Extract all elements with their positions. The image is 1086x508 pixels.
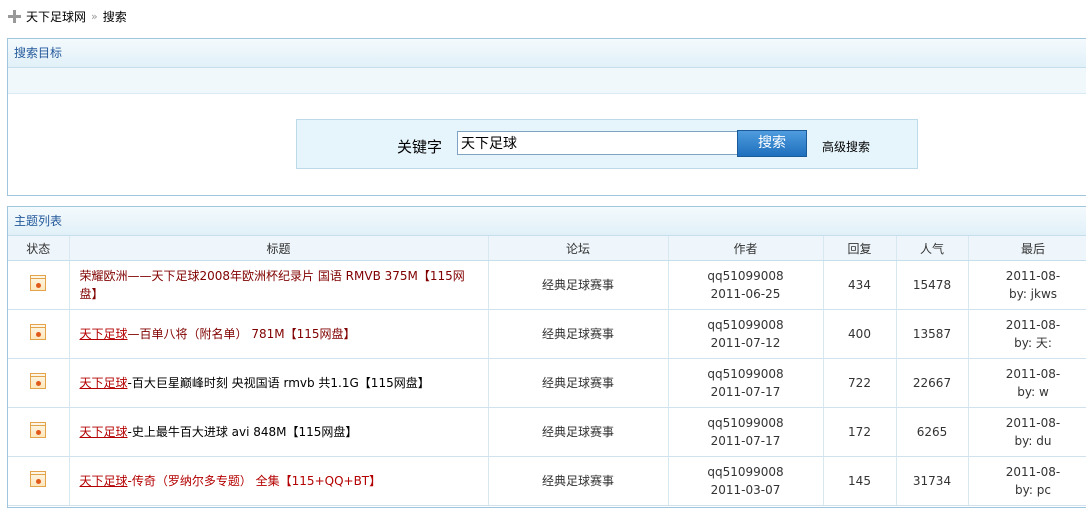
breadcrumb-separator: » [91, 10, 98, 23]
topic-author[interactable]: qq51099008 [670, 414, 822, 432]
topic-forum[interactable]: 经典足球赛事 [488, 408, 668, 457]
topic-list-panel: 主题列表 状态 标题 论坛 作者 回复 人气 最后 荣耀欧洲——天下足球2008… [7, 206, 1086, 508]
table-header-row: 状态 标题 论坛 作者 回复 人气 最后 [8, 236, 1086, 261]
table-row: 天下足球-传奇（罗纳尔多专题） 全集【115+QQ+BT】 经典足球赛事 qq5… [8, 457, 1086, 506]
topic-list-title: 主题列表 [8, 207, 1086, 236]
topic-title-keyword-link[interactable]: 天下足球 [80, 327, 128, 341]
topic-views: 31734 [896, 457, 968, 506]
topic-title-link[interactable]: -百大巨星巅峰时刻 央视国语 rmvb 共1.1G【115网盘】 [128, 376, 430, 390]
topic-replies: 434 [823, 261, 896, 310]
breadcrumb: 天下足球网 » 搜索 [8, 8, 127, 24]
last-post-by[interactable]: by: 天: [970, 334, 1086, 352]
topic-author[interactable]: qq51099008 [670, 463, 822, 481]
last-post-by[interactable]: by: jkws [970, 285, 1086, 303]
table-row: 荣耀欧洲——天下足球2008年欧洲杯纪录片 国语 RMVB 375M【115网盘… [8, 261, 1086, 310]
topic-title-link[interactable]: -史上最牛百大进球 avi 848M【115网盘】 [128, 425, 358, 439]
topic-title-link[interactable]: —百单八将（附名单） 781M【115网盘】 [128, 327, 356, 341]
advanced-search-link[interactable]: 高级搜索 [822, 138, 870, 155]
col-views: 人气 [896, 236, 968, 261]
col-title: 标题 [69, 236, 488, 261]
search-box: 关键字 搜索 高级搜索 [296, 119, 918, 169]
topic-author[interactable]: qq51099008 [670, 316, 822, 334]
topic-forum[interactable]: 经典足球赛事 [488, 457, 668, 506]
topic-title-link[interactable]: -传奇（罗纳尔多专题） 全集【115+QQ+BT】 [128, 474, 382, 488]
topic-author[interactable]: qq51099008 [670, 365, 822, 383]
table-row: 天下足球-史上最牛百大进球 avi 848M【115网盘】 经典足球赛事 qq5… [8, 408, 1086, 457]
topic-title-link[interactable]: 荣耀欧洲——天下足球2008年欧洲杯纪录片 国语 RMVB 375M【115网盘… [80, 269, 465, 301]
search-panel: 搜索目标 关键字 搜索 高级搜索 [7, 38, 1086, 196]
last-post-date: 2011-08- [970, 267, 1086, 285]
last-post-date: 2011-08- [970, 365, 1086, 383]
topic-forum[interactable]: 经典足球赛事 [488, 310, 668, 359]
col-author: 作者 [668, 236, 823, 261]
table-row: 天下足球-百大巨星巅峰时刻 央视国语 rmvb 共1.1G【115网盘】 经典足… [8, 359, 1086, 408]
topic-title-keyword-link[interactable]: 天下足球 [80, 474, 128, 488]
col-forum: 论坛 [488, 236, 668, 261]
search-panel-title: 搜索目标 [8, 39, 1086, 68]
topic-status-icon [30, 275, 46, 291]
topic-replies: 400 [823, 310, 896, 359]
topic-views: 22667 [896, 359, 968, 408]
topic-forum[interactable]: 经典足球赛事 [488, 359, 668, 408]
table-row: 天下足球—百单八将（附名单） 781M【115网盘】 经典足球赛事 qq5109… [8, 310, 1086, 359]
topic-status-icon [30, 373, 46, 389]
topic-status-icon [30, 471, 46, 487]
col-status: 状态 [8, 236, 69, 261]
topic-replies: 145 [823, 457, 896, 506]
topic-replies: 722 [823, 359, 896, 408]
topic-status-icon [30, 422, 46, 438]
topic-title-keyword-link[interactable]: 天下足球 [80, 425, 128, 439]
last-post-by[interactable]: by: w [970, 383, 1086, 401]
topic-date: 2011-03-07 [670, 481, 822, 499]
search-button[interactable]: 搜索 [737, 130, 807, 157]
topic-date: 2011-06-25 [670, 285, 822, 303]
topic-title-keyword-link[interactable]: 天下足球 [80, 376, 128, 390]
breadcrumb-current: 搜索 [103, 8, 127, 25]
last-post-date: 2011-08- [970, 463, 1086, 481]
home-plus-icon [8, 10, 21, 23]
topic-author[interactable]: qq51099008 [670, 267, 822, 285]
last-post-date: 2011-08- [970, 414, 1086, 432]
topic-date: 2011-07-17 [670, 432, 822, 450]
last-post-by[interactable]: by: pc [970, 481, 1086, 499]
topic-replies: 172 [823, 408, 896, 457]
topic-table: 状态 标题 论坛 作者 回复 人气 最后 荣耀欧洲——天下足球2008年欧洲杯纪… [8, 236, 1086, 506]
topic-status-icon [30, 324, 46, 340]
topic-views: 6265 [896, 408, 968, 457]
col-last-post: 最后 [968, 236, 1086, 261]
last-post-by[interactable]: by: du [970, 432, 1086, 450]
topic-views: 15478 [896, 261, 968, 310]
keyword-input[interactable] [457, 131, 738, 155]
topic-date: 2011-07-12 [670, 334, 822, 352]
last-post-date: 2011-08- [970, 316, 1086, 334]
col-replies: 回复 [823, 236, 896, 261]
topic-date: 2011-07-17 [670, 383, 822, 401]
topic-forum[interactable]: 经典足球赛事 [488, 261, 668, 310]
breadcrumb-site-link[interactable]: 天下足球网 [26, 8, 86, 25]
topic-views: 13587 [896, 310, 968, 359]
keyword-label: 关键字 [397, 136, 442, 157]
search-panel-subbar [8, 68, 1086, 94]
